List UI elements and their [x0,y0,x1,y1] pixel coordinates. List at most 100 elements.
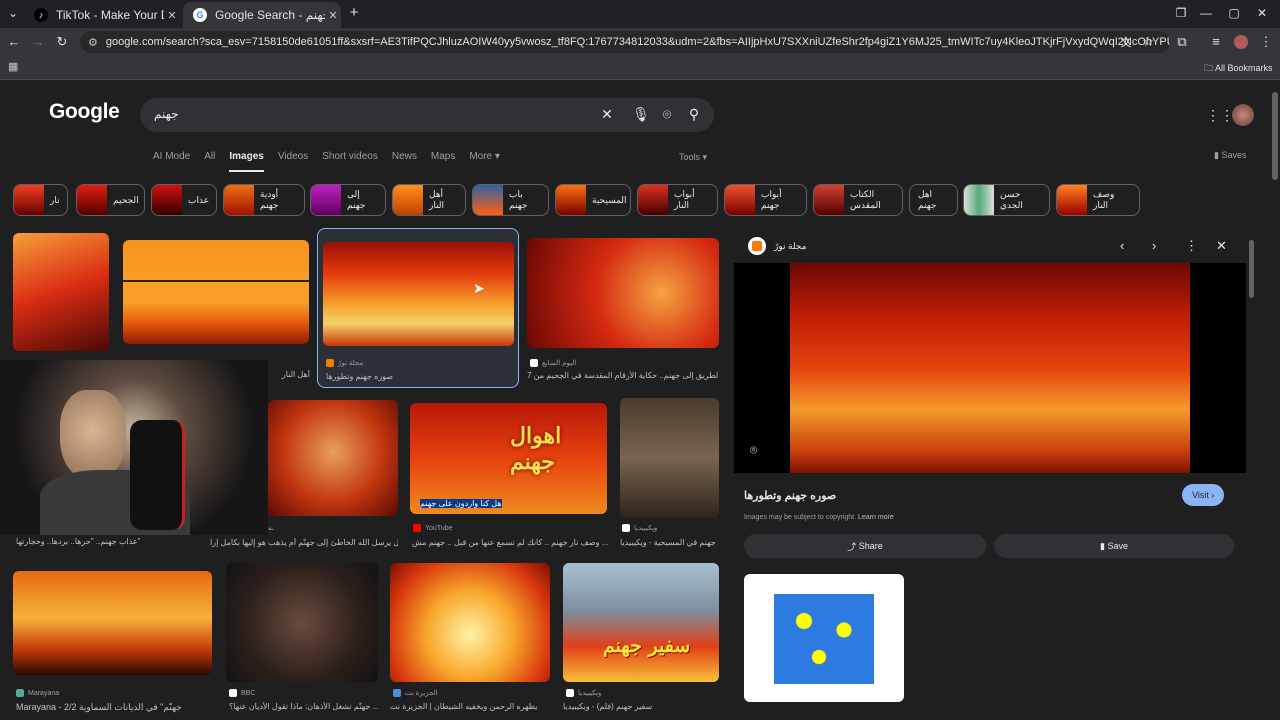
tab-videos[interactable]: Videos [278,151,308,172]
menu-icon[interactable]: ⋮ [1258,34,1274,50]
search-box[interactable]: جهنم ✕ 🎙 ⌾ ⚲ [140,98,714,132]
chip-12[interactable]: حسن الجدي [963,184,1050,216]
close-preview-icon[interactable]: ✕ [1216,238,1227,254]
result-caption[interactable]: يظهره الرحمن ويخفيه الشيطان | الجزيرة نت [390,702,550,711]
save-button[interactable]: ▮ Save [994,534,1234,558]
visit-button[interactable]: Visit › [1182,484,1225,506]
related-image[interactable] [744,574,904,702]
tab-more[interactable]: More ▾ [469,151,500,172]
image-result-6[interactable]: اهوال جهنم هل كنا واردون على جهنم [410,403,607,514]
tab-google[interactable]: G Google Search - جهنم ✕ [183,2,341,28]
new-tab-icon[interactable]: + [346,4,362,21]
chip-0[interactable]: نار [13,184,68,216]
site-info-icon[interactable]: ⚙ [88,36,98,49]
clear-search-icon[interactable]: ✕ [598,106,616,123]
all-bookmarks[interactable]: 🗀 All Bookmarks [1204,61,1273,77]
chip-5[interactable]: أهل النار [392,184,466,216]
tab-all[interactable]: All [204,151,215,172]
more-options-icon[interactable]: ⋮ [1185,238,1198,254]
image-result-11[interactable]: سفير جهنم [563,563,719,682]
maximize-icon[interactable]: ▢ [1226,6,1242,20]
image-result-1[interactable] [123,240,309,344]
image-result-9[interactable] [226,563,378,682]
reload-icon[interactable]: ↻ [54,34,70,50]
lens-icon[interactable]: ⌾ [750,443,757,458]
chip-3[interactable]: أودية جهنم [223,184,305,216]
share-button[interactable]: ⤴ Share [744,534,986,558]
chip-6[interactable]: باب جهنم [472,184,549,216]
page-scrollbar[interactable] [1272,92,1278,180]
google-logo[interactable]: Google [49,100,120,124]
address-bar[interactable]: ⚙ google.com/search?sca_esv=7158150de610… [80,31,1170,53]
result-source: BBC [229,689,255,697]
image-result-8[interactable] [13,571,212,675]
bridge-line [123,280,309,282]
profile-avatar[interactable] [1234,35,1248,49]
chip-11[interactable]: اهل جهنم [909,184,958,216]
tab-news[interactable]: News [392,151,417,172]
lens-search-icon[interactable]: ⌾ [658,106,676,123]
tools-button[interactable]: Tools ▾ [679,152,707,163]
learn-more-link[interactable]: Learn more [858,514,894,521]
search-input[interactable]: جهنم [154,107,179,121]
panel-scrollbar[interactable] [1249,240,1254,298]
tab-tiktok[interactable]: ♪ TikTok - Make Your Day ✕ [24,2,180,28]
preview-image[interactable] [790,263,1190,473]
back-icon[interactable]: ← [6,34,22,49]
close-tab-icon[interactable]: ✕ [325,9,341,22]
image-result-3[interactable] [527,238,719,348]
chip-1[interactable]: الجحيم [76,184,145,216]
apps-grid-icon[interactable]: ▦ [8,60,18,73]
chip-8[interactable]: أبواب النار [637,184,718,216]
image-result-10[interactable] [390,563,550,682]
image-result-7[interactable] [620,398,719,518]
result-caption[interactable]: عذاب جهنم.. "حرها.. بردها.. وحجارتها" [16,537,141,546]
result-caption[interactable]: جهنم في المسيحية - ويكيبيديا [620,538,719,547]
result-caption[interactable]: جهنّم تشغل الأذهان: ماذا تقول الأديان عن… [229,702,378,711]
google-apps-icon[interactable]: ⋮⋮ [1206,107,1234,124]
selected-result-card[interactable]: مجلة نورً صوره جهنم وتطورها [317,228,519,388]
next-icon[interactable]: › [1152,238,1156,253]
image-result-2[interactable] [323,242,514,346]
chip-4[interactable]: إلى جهنم [310,184,386,216]
tab-images[interactable]: Images [229,151,264,172]
result-source: مجلة نورً [326,359,363,367]
chip-9[interactable]: أبواب جهنم [724,184,807,216]
chip-13[interactable]: وصف النار [1056,184,1140,216]
voice-search-icon[interactable]: 🎙 [632,106,650,123]
chip-2[interactable]: عذاب [151,184,217,216]
result-caption[interactable]: Marayana - 2/2 جهنّم" في الديانات السماو… [16,702,212,713]
tab-search-icon[interactable]: ⌄ [5,6,21,20]
tab-ai-mode[interactable]: AI Mode [153,151,190,172]
chip-label: أودية جهنم [260,189,279,210]
close-window-icon[interactable]: ✕ [1254,6,1270,20]
source-icon [16,689,24,697]
saves-button[interactable]: ▮ Saves [1214,150,1246,161]
minimize-icon[interactable]: — [1198,6,1214,20]
chip-7[interactable]: المسيحية [555,184,631,216]
tab-short-videos[interactable]: Short videos [322,151,378,172]
result-caption[interactable]: صوره جهنم وتطورها [326,372,393,381]
extensions-icon[interactable]: ⧉ [1174,34,1190,50]
result-caption[interactable]: أهل النار [270,370,310,379]
bookmark-star-icon[interactable]: ☆ [1140,34,1156,50]
tab-maps[interactable]: Maps [431,151,455,172]
result-source-label: مجلة نورً [338,360,364,367]
image-result-0[interactable] [13,233,109,351]
translate-icon[interactable]: 文 [1118,34,1134,50]
chip-10[interactable]: الكتاب المقدس [813,184,903,216]
reading-list-icon[interactable]: ≡ [1208,34,1224,49]
search-icon[interactable]: ⚲ [685,106,703,123]
result-caption[interactable]: وصف نار جهنم .. كأنك لم تسمع عنها من قبل… [412,538,608,547]
preview-title[interactable]: صوره جهنم وتطورها [744,489,836,502]
previous-icon[interactable]: ‹ [1120,238,1124,253]
image-result-5[interactable] [268,400,398,516]
close-tab-icon[interactable]: ✕ [164,9,180,22]
forward-icon[interactable]: → [30,34,46,49]
account-avatar[interactable] [1232,104,1254,126]
result-caption[interactable]: الطريق إلى جهنم.. حكاية الأرقام المقدسة … [527,371,719,380]
result-caption[interactable]: هل يرسل الله الخاطئ إلى جهنّم أم يذهب هو… [210,538,398,547]
tab-overview-icon[interactable]: ❐ [1173,6,1189,20]
preview-source[interactable]: مجلة نورً [774,241,806,252]
result-caption[interactable]: سفير جهنم (فلم) - ويكيبيديا [563,702,719,711]
